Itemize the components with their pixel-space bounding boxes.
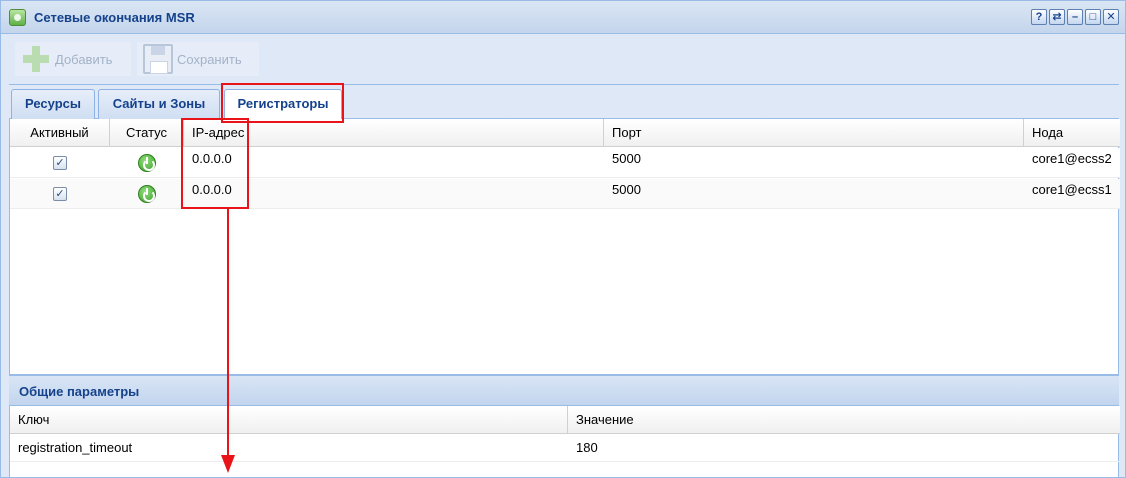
table-row[interactable]: ✓ 0.0.0.0 5000 core1@ecss2 — [10, 148, 1120, 178]
help-icon[interactable]: ? — [1031, 9, 1047, 25]
column-header-port[interactable]: Порт — [604, 119, 1024, 147]
save-button[interactable]: Сохранить — [137, 42, 259, 76]
power-icon — [138, 185, 156, 203]
window-title: Сетевые окончания MSR — [34, 10, 195, 25]
column-header-ip[interactable]: IP-адрес — [184, 119, 604, 147]
registrars-grid-header: Активный Статус IP-адрес Порт Нода — [10, 119, 1120, 147]
window-titlebar[interactable]: Сетевые окончания MSR ? ⇄ – □ ✕ — [1, 1, 1125, 34]
node-cell: core1@ecss2 — [1032, 151, 1112, 166]
column-header-value[interactable]: Значение — [568, 406, 1120, 434]
refresh-icon[interactable]: ⇄ — [1049, 9, 1065, 25]
tab-registrars[interactable]: Регистраторы — [224, 89, 342, 120]
status-cell — [110, 148, 184, 178]
column-header-active[interactable]: Активный — [10, 119, 110, 147]
params-panel-header[interactable]: Общие параметры — [9, 374, 1119, 406]
window-tools: ? ⇄ – □ ✕ — [1031, 9, 1119, 25]
save-button-label: Сохранить — [177, 51, 242, 67]
port-cell: 5000 — [612, 182, 641, 197]
add-button[interactable]: Добавить — [15, 42, 131, 76]
table-row[interactable]: ✓ 0.0.0.0 5000 core1@ecss1 — [10, 179, 1120, 209]
ip-cell: 0.0.0.0 — [192, 182, 232, 197]
toolbar: Добавить Сохранить — [9, 35, 1119, 85]
floppy-icon — [143, 44, 173, 74]
param-key-cell: registration_timeout — [18, 440, 133, 455]
active-cell: ✓ — [10, 148, 110, 178]
close-icon[interactable]: ✕ — [1103, 9, 1119, 25]
power-icon — [138, 154, 156, 172]
table-row[interactable]: registration_timeout 180 — [10, 435, 1120, 462]
active-checkbox[interactable]: ✓ — [53, 187, 67, 201]
active-cell: ✓ — [10, 179, 110, 209]
tab-resources[interactable]: Ресурсы — [11, 89, 95, 119]
param-value-cell: 180 — [576, 440, 598, 455]
params-grid-header: Ключ Значение — [10, 406, 1120, 434]
minimize-icon[interactable]: – — [1067, 9, 1083, 25]
tab-sites-zones[interactable]: Сайты и Зоны — [98, 89, 220, 119]
column-header-key[interactable]: Ключ — [10, 406, 568, 434]
msr-endpoints-window: Сетевые окончания MSR ? ⇄ – □ ✕ Добавить… — [0, 0, 1126, 478]
params-panel-title: Общие параметры — [19, 384, 140, 399]
maximize-icon[interactable]: □ — [1085, 9, 1101, 25]
app-icon — [9, 9, 26, 26]
annotation-arrow-head — [221, 455, 235, 473]
ip-cell: 0.0.0.0 — [192, 151, 232, 166]
column-header-node[interactable]: Нода — [1024, 119, 1120, 147]
node-cell: core1@ecss1 — [1032, 182, 1112, 197]
registrars-grid: Активный Статус IP-адрес Порт Нода ✓ 0.0… — [9, 119, 1120, 374]
active-checkbox[interactable]: ✓ — [53, 156, 67, 170]
port-cell: 5000 — [612, 151, 641, 166]
plus-icon — [21, 44, 51, 74]
tab-bar: Ресурсы Сайты и Зоны Регистраторы — [9, 85, 1119, 120]
annotation-arrow-line — [227, 209, 229, 457]
params-grid: Ключ Значение registration_timeout 180 — [9, 406, 1120, 477]
add-button-label: Добавить — [55, 51, 113, 67]
status-cell — [110, 179, 184, 209]
column-header-status[interactable]: Статус — [110, 119, 184, 147]
